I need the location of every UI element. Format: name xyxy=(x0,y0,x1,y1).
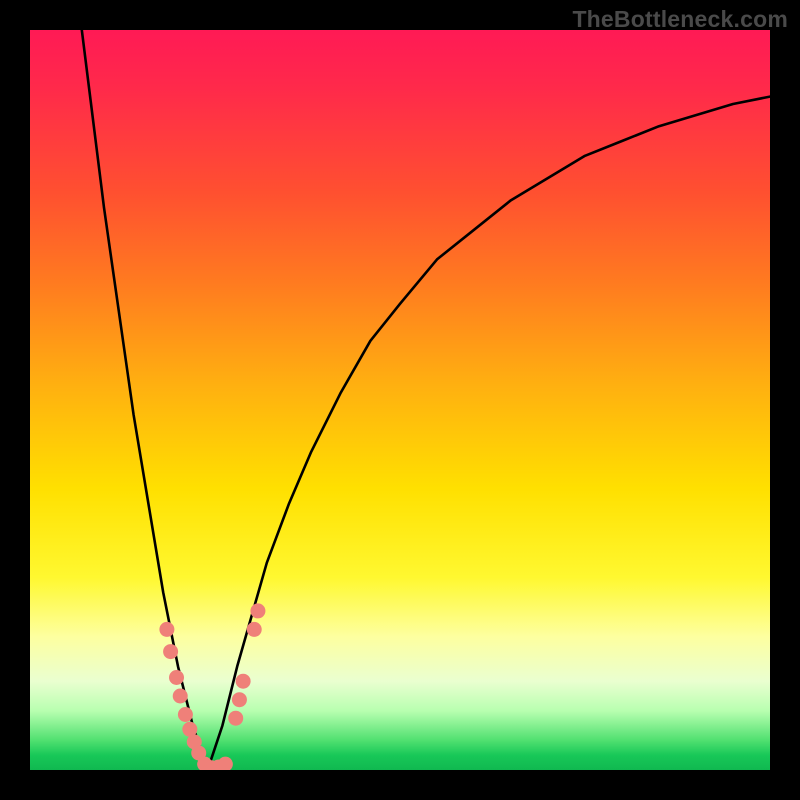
marker-13 xyxy=(232,692,247,707)
marker-3 xyxy=(173,689,188,704)
watermark-text: TheBottleneck.com xyxy=(572,6,788,33)
marker-2 xyxy=(169,670,184,685)
marker-14 xyxy=(236,674,251,689)
marker-15 xyxy=(247,622,262,637)
marker-12 xyxy=(228,711,243,726)
curve-right-branch xyxy=(208,97,770,770)
marker-16 xyxy=(250,603,265,618)
curve-layer xyxy=(30,30,770,770)
bottleneck-curve xyxy=(82,30,770,770)
marker-4 xyxy=(178,707,193,722)
plot-area xyxy=(30,30,770,770)
marker-0 xyxy=(159,622,174,637)
marker-1 xyxy=(163,644,178,659)
marker-11 xyxy=(218,757,233,770)
chart-frame: TheBottleneck.com xyxy=(0,0,800,800)
curve-left-branch xyxy=(82,30,208,770)
data-markers xyxy=(159,603,265,770)
